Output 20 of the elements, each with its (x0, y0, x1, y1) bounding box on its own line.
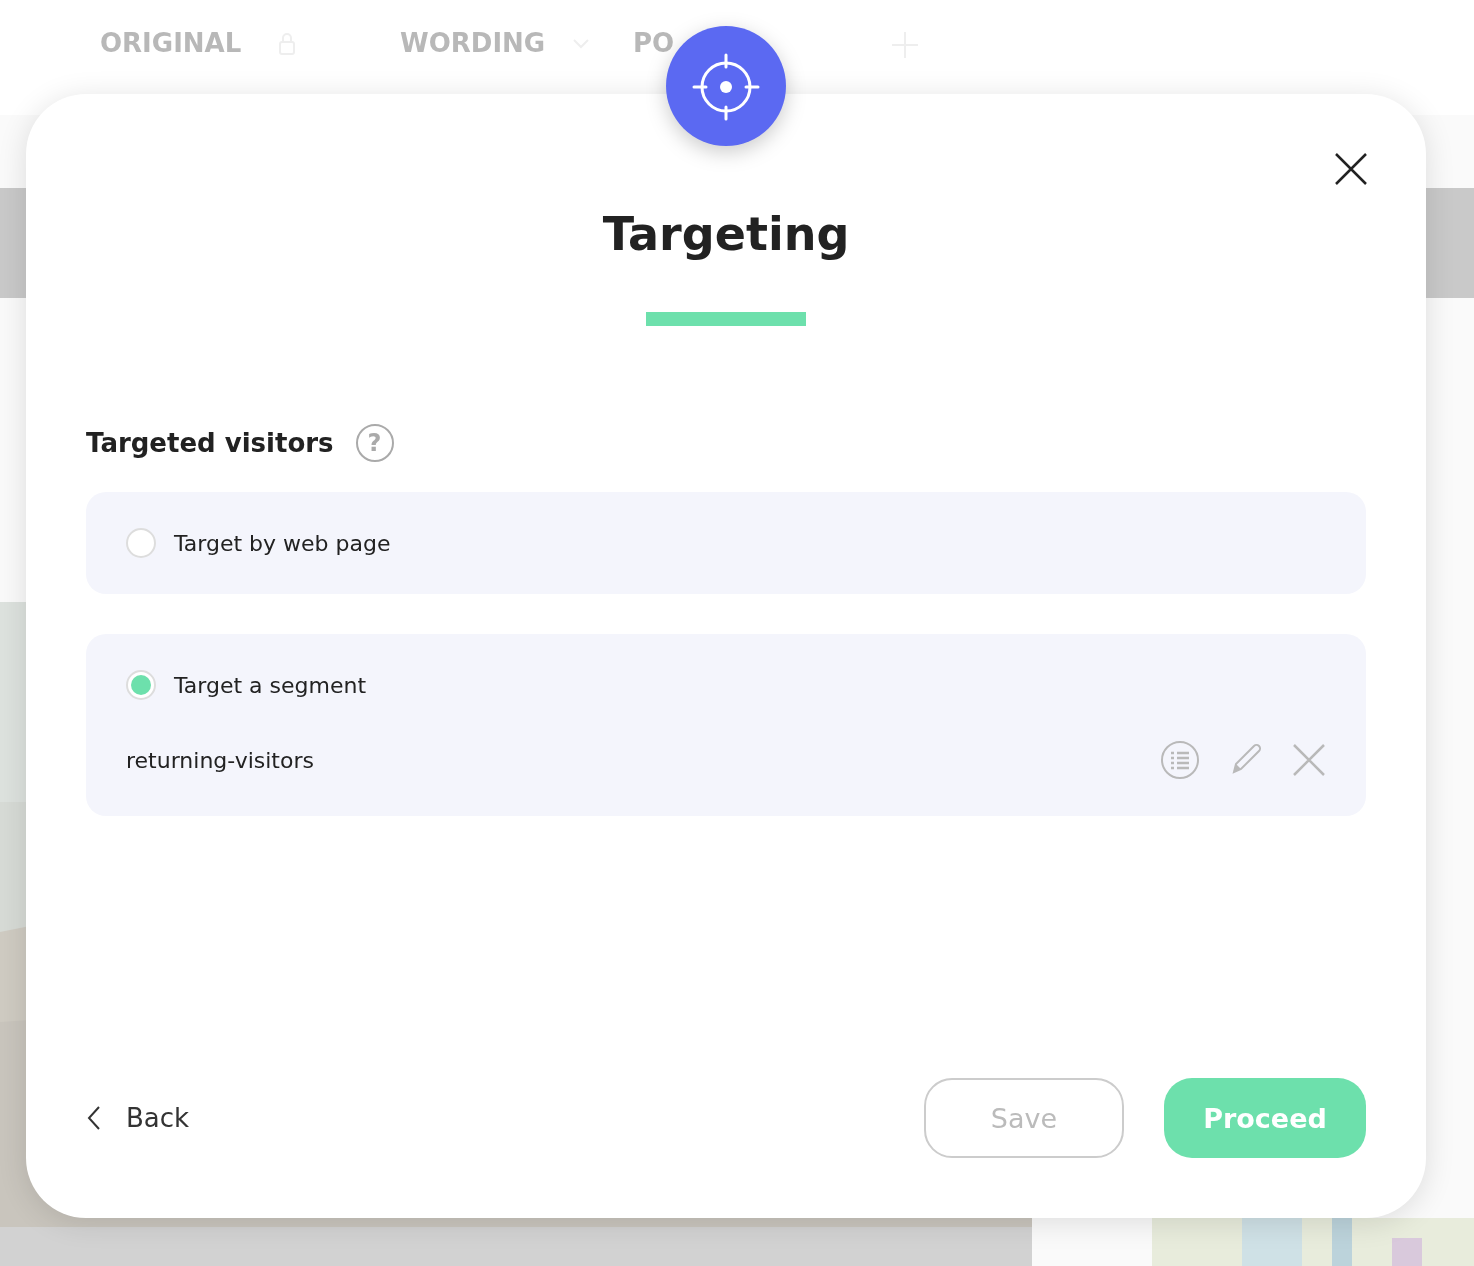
nav-tab[interactable]: PO (633, 28, 675, 58)
save-button[interactable]: Save (924, 1078, 1124, 1158)
chevron-left-icon (86, 1105, 102, 1131)
radio-button[interactable] (126, 528, 156, 558)
nav-tab[interactable]: WORDING (400, 28, 546, 58)
radio-button[interactable] (126, 670, 156, 700)
remove-icon[interactable] (1292, 743, 1326, 777)
back-button[interactable]: Back (86, 1103, 190, 1133)
help-icon[interactable]: ? (355, 424, 394, 462)
close-button[interactable] (1334, 152, 1368, 186)
option-card[interactable]: Target a segment returning-visitors (86, 634, 1366, 816)
section-label: Targeted visitors (86, 428, 334, 458)
proceed-button[interactable]: Proceed (1164, 1078, 1366, 1158)
nav-tab[interactable]: ORIGINAL (100, 28, 242, 58)
segment-name: returning-visitors (126, 747, 314, 773)
dialog-title: Targeting (601, 206, 851, 262)
option-label: Target a segment (174, 672, 367, 698)
option-card[interactable]: Target by web page (86, 492, 1366, 594)
option-label: Target by web page (174, 530, 391, 556)
list-icon[interactable] (1160, 740, 1200, 780)
